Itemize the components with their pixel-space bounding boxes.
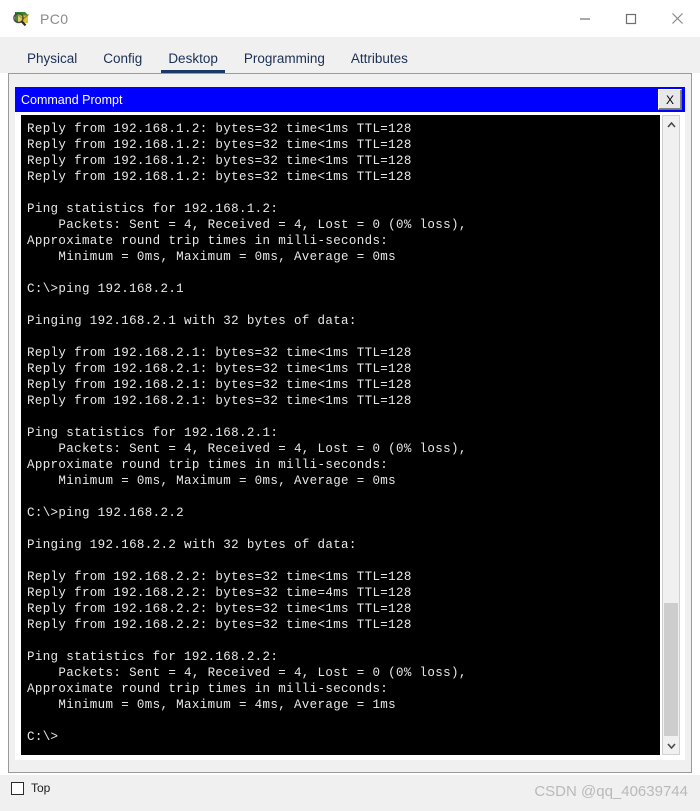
terminal-line: Reply from 192.168.1.2: bytes=32 time<1m… <box>27 138 412 152</box>
tab-programming-label: Programming <box>243 51 325 66</box>
terminal-container: Reply from 192.168.1.2: bytes=32 time<1m… <box>15 112 685 760</box>
tab-config-label: Config <box>103 51 143 66</box>
terminal-line: Reply from 192.168.2.1: bytes=32 time<1m… <box>27 378 412 392</box>
window-title: PC0 <box>40 10 69 27</box>
tab-attributes-label: Attributes <box>350 51 408 66</box>
close-icon[interactable] <box>654 0 700 37</box>
terminal-line: Packets: Sent = 4, Received = 4, Lost = … <box>27 666 467 680</box>
tab-physical-label: Physical <box>27 51 78 66</box>
terminal-line: Reply from 192.168.2.1: bytes=32 time<1m… <box>27 362 412 376</box>
minimize-icon[interactable] <box>562 0 608 37</box>
terminal-line: Reply from 192.168.2.2: bytes=32 time=4m… <box>27 586 412 600</box>
packet-tracer-pc-icon <box>11 9 31 29</box>
tab-desktop[interactable]: Desktop <box>155 51 231 73</box>
terminal-line: Reply from 192.168.2.2: bytes=32 time<1m… <box>27 602 412 616</box>
top-checkbox-label: Top <box>31 781 51 795</box>
window-controls <box>562 0 700 37</box>
terminal-line: Minimum = 0ms, Maximum = 4ms, Average = … <box>27 698 397 712</box>
top-checkbox[interactable]: Top <box>11 781 50 795</box>
terminal-line: C:\>ping 192.168.2.1 <box>27 282 185 296</box>
terminal-line: Approximate round trip times in milli-se… <box>27 458 389 472</box>
command-prompt-title: Command Prompt <box>21 92 123 107</box>
terminal-line: Approximate round trip times in milli-se… <box>27 234 389 248</box>
watermark: CSDN @qq_40639744 <box>534 783 688 800</box>
tab-strip: Physical Config Desktop Programming Attr… <box>0 37 700 73</box>
maximize-icon[interactable] <box>608 0 654 37</box>
top-checkbox-box[interactable] <box>11 781 24 795</box>
terminal-line: Reply from 192.168.1.2: bytes=32 time<1m… <box>27 154 412 168</box>
terminal-line: Reply from 192.168.2.2: bytes=32 time<1m… <box>27 618 412 632</box>
terminal-line: Reply from 192.168.2.1: bytes=32 time<1m… <box>27 394 412 408</box>
window-titlebar: PC0 <box>0 0 700 37</box>
terminal-line: Reply from 192.168.1.2: bytes=32 time<1m… <box>27 122 412 136</box>
tab-physical[interactable]: Physical <box>14 51 90 73</box>
terminal-line: Pinging 192.168.2.2 with 32 bytes of dat… <box>27 538 357 552</box>
command-prompt-titlebar: Command Prompt X <box>15 87 685 112</box>
terminal-line: Ping statistics for 192.168.1.2: <box>27 202 279 216</box>
footer-bar: Top CSDN @qq_40639744 <box>0 775 700 811</box>
tab-programming[interactable]: Programming <box>231 51 338 73</box>
terminal-line: Packets: Sent = 4, Received = 4, Lost = … <box>27 442 467 456</box>
tab-desktop-label: Desktop <box>168 51 218 66</box>
terminal-line: C:\>ping 192.168.2.2 <box>27 506 185 520</box>
chevron-up-icon[interactable] <box>663 116 679 133</box>
terminal-line: Reply from 192.168.2.2: bytes=32 time<1m… <box>27 570 412 584</box>
terminal-line: Ping statistics for 192.168.2.2: <box>27 650 279 664</box>
terminal-line: Packets: Sent = 4, Received = 4, Lost = … <box>27 218 467 232</box>
terminal-line: Minimum = 0ms, Maximum = 0ms, Average = … <box>27 474 397 488</box>
terminal-line: Reply from 192.168.1.2: bytes=32 time<1m… <box>27 170 412 184</box>
terminal-line: C:\> <box>27 730 59 744</box>
tab-config[interactable]: Config <box>90 51 155 73</box>
terminal-scrollbar[interactable] <box>662 115 680 755</box>
command-prompt-close-button[interactable]: X <box>658 89 682 110</box>
command-prompt-window: Command Prompt X Reply from 192.168.1.2:… <box>15 87 685 760</box>
terminal-line: Approximate round trip times in milli-se… <box>27 682 389 696</box>
desktop-panel: Command Prompt X Reply from 192.168.1.2:… <box>8 73 692 773</box>
tab-attributes[interactable]: Attributes <box>338 51 421 73</box>
terminal-line: Ping statistics for 192.168.2.1: <box>27 426 279 440</box>
scrollbar-thumb[interactable] <box>664 603 678 736</box>
terminal-line: Pinging 192.168.2.1 with 32 bytes of dat… <box>27 314 357 328</box>
terminal-output[interactable]: Reply from 192.168.1.2: bytes=32 time<1m… <box>21 115 660 755</box>
terminal-line: Minimum = 0ms, Maximum = 0ms, Average = … <box>27 250 397 264</box>
terminal-line: Reply from 192.168.2.1: bytes=32 time<1m… <box>27 346 412 360</box>
chevron-down-icon[interactable] <box>663 737 679 754</box>
